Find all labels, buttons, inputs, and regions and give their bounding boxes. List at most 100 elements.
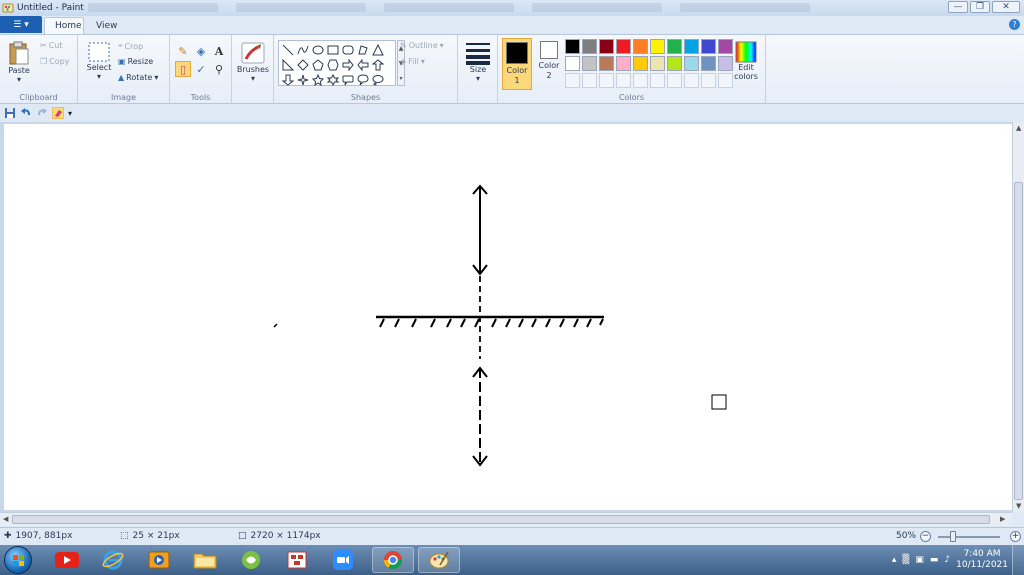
minimize-button[interactable]: — [948, 1, 968, 13]
custom-color-slot[interactable] [599, 73, 614, 88]
vertical-scroll-thumb[interactable] [1014, 182, 1023, 500]
diamond-shape[interactable] [295, 57, 310, 72]
five-point-star-shape[interactable] [310, 72, 325, 87]
cloud-callout-shape[interactable] [370, 72, 385, 87]
pencil-tool[interactable]: ✎ [175, 43, 191, 59]
chat-icon[interactable]: ▬ [930, 555, 939, 565]
edit-colors-button[interactable]: Edit colors [732, 41, 760, 81]
palette-swatch[interactable] [650, 39, 665, 54]
palette-swatch[interactable] [650, 56, 665, 71]
palette-swatch[interactable] [667, 56, 682, 71]
horizontal-scroll-thumb[interactable] [12, 515, 990, 524]
size-button[interactable]: Size ▾ [464, 41, 492, 83]
palette-swatch[interactable] [565, 56, 580, 71]
taskbar-chrome[interactable] [372, 547, 414, 573]
right-arrow-shape[interactable] [340, 57, 355, 72]
copy-button[interactable]: ❐ Copy [40, 57, 69, 66]
tab-view[interactable]: View [86, 17, 127, 34]
taskbar-zoom[interactable] [322, 547, 364, 573]
palette-swatch[interactable] [684, 39, 699, 54]
palette-swatch[interactable] [684, 56, 699, 71]
zoom-slider-thumb[interactable] [950, 531, 956, 542]
four-point-star-shape[interactable] [295, 72, 310, 87]
palette-swatch[interactable] [633, 56, 648, 71]
palette-swatch[interactable] [582, 56, 597, 71]
fill-tool[interactable]: ◈ [193, 43, 209, 59]
brushes-button[interactable]: Brushes ▾ [236, 41, 270, 83]
taskbar-youtube[interactable] [46, 547, 88, 573]
tray-expand-icon[interactable]: ▴ [892, 555, 897, 565]
scroll-left-arrow-icon[interactable]: ◀ [3, 515, 8, 523]
color1-selector[interactable]: Color 1 [502, 38, 532, 90]
zoom-in-button[interactable]: + [1010, 531, 1021, 542]
palette-swatch[interactable] [599, 39, 614, 54]
triangle-shape[interactable] [370, 42, 385, 57]
taskbar-green-app[interactable] [230, 547, 272, 573]
right-triangle-shape[interactable] [280, 57, 295, 72]
horizontal-scrollbar[interactable]: ◀ ▶ [0, 512, 1012, 526]
scroll-up-arrow-icon[interactable]: ▲ [1016, 124, 1021, 132]
up-arrow-shape[interactable] [370, 57, 385, 72]
resize-button[interactable]: ▣ Resize [118, 57, 153, 66]
network-icon[interactable]: ▣ [915, 555, 924, 565]
show-desktop-button[interactable] [1012, 545, 1024, 575]
palette-swatch[interactable] [718, 56, 733, 71]
custom-color-slot[interactable] [633, 73, 648, 88]
volume-icon[interactable]: ♪ [944, 555, 950, 565]
help-icon[interactable]: ? [1009, 19, 1020, 30]
magnifier-tool[interactable]: ⚲ [211, 61, 227, 77]
file-menu-button[interactable]: ☰ ▾ [0, 16, 42, 33]
down-arrow-shape[interactable] [280, 72, 295, 87]
six-point-star-shape[interactable] [325, 72, 340, 87]
zoom-slider-track[interactable] [938, 536, 1000, 538]
custom-color-slot[interactable] [718, 73, 733, 88]
scroll-down-arrow-icon[interactable]: ▼ [1016, 502, 1021, 510]
rectangle-shape[interactable] [325, 42, 340, 57]
eraser-quick-icon[interactable] [52, 107, 64, 119]
palette-swatch[interactable] [582, 39, 597, 54]
polygon-shape[interactable] [355, 42, 370, 57]
oval-shape[interactable] [310, 42, 325, 57]
zoom-out-button[interactable]: − [920, 531, 931, 542]
tab-home[interactable]: Home [44, 17, 84, 34]
taskbar-file-explorer[interactable] [184, 547, 226, 573]
custom-color-slot[interactable] [684, 73, 699, 88]
palette-swatch[interactable] [599, 56, 614, 71]
drawing-canvas[interactable] [4, 124, 1012, 510]
custom-color-slot[interactable] [616, 73, 631, 88]
palette-swatch[interactable] [565, 39, 580, 54]
start-button[interactable] [4, 546, 32, 574]
eraser-tool[interactable]: ▯ [175, 61, 191, 77]
palette-swatch[interactable] [718, 39, 733, 54]
custom-color-slot[interactable] [582, 73, 597, 88]
line-shape[interactable] [280, 42, 295, 57]
palette-swatch[interactable] [701, 39, 716, 54]
oval-callout-shape[interactable] [355, 72, 370, 87]
color-picker-tool[interactable]: ✓ [193, 61, 209, 77]
network-signal-icon[interactable]: ▒ [902, 555, 909, 565]
crop-button[interactable]: ⌖ Crop [118, 41, 143, 51]
pentagon-shape[interactable] [310, 57, 325, 72]
save-icon[interactable] [4, 107, 16, 119]
select-button[interactable]: Select ▾ [84, 41, 114, 81]
taskbar-org-chart-app[interactable] [276, 547, 318, 573]
palette-swatch[interactable] [701, 56, 716, 71]
custom-color-slot[interactable] [650, 73, 665, 88]
vertical-scrollbar[interactable]: ▲ ▼ [1012, 122, 1024, 512]
outline-button[interactable]: ✎ Outline ▾ [400, 41, 444, 50]
rounded-rectangle-shape[interactable] [340, 42, 355, 57]
taskbar-internet-explorer[interactable] [92, 547, 134, 573]
custom-color-slot[interactable] [565, 73, 580, 88]
left-arrow-shape[interactable] [355, 57, 370, 72]
taskbar-clock[interactable]: 7:40 AM 10/11/2021 [956, 549, 1008, 571]
curve-shape[interactable] [295, 42, 310, 57]
paste-button[interactable]: Paste ▾ [4, 40, 34, 84]
rotate-button[interactable]: ▲ Rotate ▾ [118, 73, 158, 82]
color2-selector[interactable]: Color 2 [534, 38, 564, 90]
palette-swatch[interactable] [616, 39, 631, 54]
customize-qat-icon[interactable]: ▾ [68, 109, 72, 118]
hexagon-shape[interactable] [325, 57, 340, 72]
custom-color-slot[interactable] [667, 73, 682, 88]
undo-icon[interactable] [20, 107, 32, 119]
custom-color-slot[interactable] [701, 73, 716, 88]
